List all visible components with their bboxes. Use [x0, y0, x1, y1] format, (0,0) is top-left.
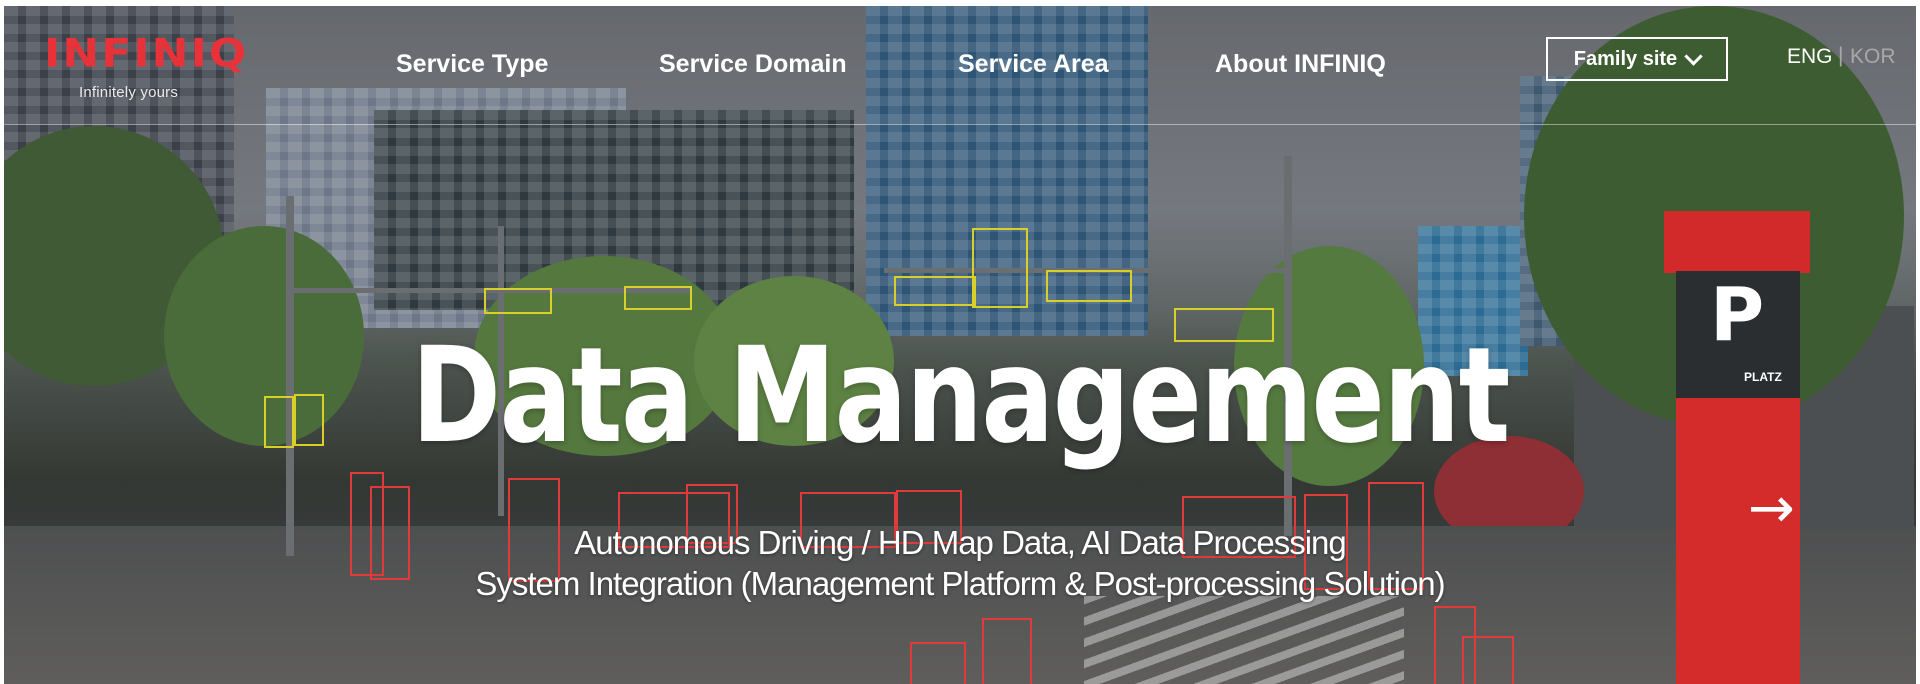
nav-service-area[interactable]: Service Area: [958, 50, 1109, 79]
nav-about[interactable]: About INFINIQ: [1215, 50, 1386, 79]
crosswalk: [1084, 596, 1404, 684]
annotation-traffic-light: [484, 288, 552, 314]
logo[interactable]: INFINIQ: [44, 34, 248, 74]
logo-tagline: Infinitely yours: [79, 84, 179, 101]
nav-service-domain[interactable]: Service Domain: [659, 50, 847, 79]
hero-subtitle-line2: System Integration (Management Platform …: [475, 565, 1445, 602]
lang-kor[interactable]: KOR: [1850, 45, 1896, 69]
annotation-traffic-light: [894, 276, 976, 306]
annotation-bollard: [982, 618, 1032, 684]
annotation-traffic-light: [1046, 270, 1132, 302]
hero-title: Data Management: [411, 319, 1510, 473]
parking-pillar-top: [1664, 211, 1810, 273]
header-divider: [4, 124, 1916, 125]
annotation-bollard: [1462, 636, 1514, 684]
lang-separator: |: [1838, 44, 1844, 67]
annotation-traffic-light: [624, 286, 692, 310]
annotation-sign: [972, 228, 1028, 308]
lang-eng[interactable]: ENG: [1787, 45, 1833, 69]
parking-sign-label: PLATZ: [1744, 370, 1782, 384]
annotation-bollard: [910, 642, 966, 684]
family-site-label: Family site: [1573, 47, 1678, 70]
nav-service-type[interactable]: Service Type: [396, 50, 548, 79]
hero-subtitle-line1: Autonomous Driving / HD Map Data, AI Dat…: [574, 524, 1347, 561]
family-site-button[interactable]: Family site: [1546, 37, 1728, 81]
chevron-down-icon: [1684, 46, 1703, 66]
